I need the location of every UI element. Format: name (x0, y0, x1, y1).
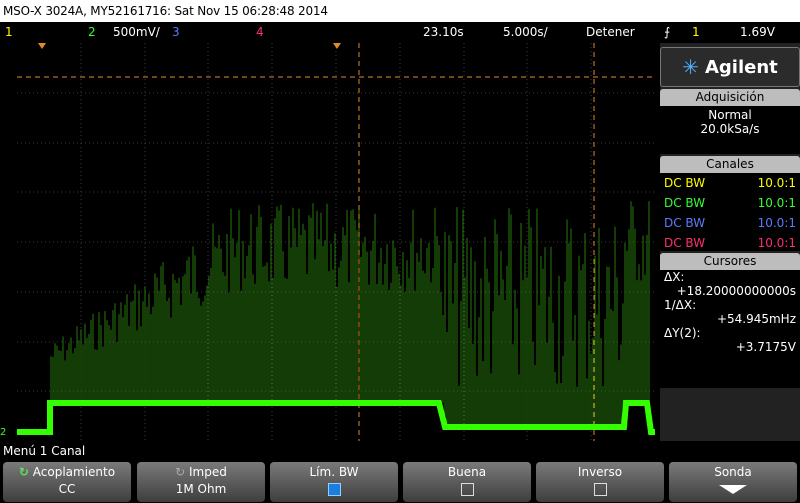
channel-row-3: DC BW 10.0:1 (660, 213, 800, 233)
trigger-level: 1.69V (740, 25, 775, 39)
softkey-impedance-label: Imped (189, 465, 227, 479)
cursors-body: ΔX: +18.20000000000s 1/ΔX: +54.945mHz ΔY… (660, 270, 800, 388)
cursor-inv-label: 1/ΔX: (664, 298, 697, 312)
channel-1-coupling: DC BW (664, 176, 706, 190)
submenu-arrow-icon (719, 485, 747, 494)
cursors-header[interactable]: Cursores (660, 253, 800, 270)
cursor-dx-value: +18.20000000000s (676, 284, 796, 298)
softkey-coupling-label: Acoplamiento (32, 465, 116, 479)
waveform-svg (17, 43, 655, 441)
channel-row-4: DC BW 10.0:1 (660, 233, 800, 253)
ch2-ground-marker[interactable]: 2 (0, 427, 17, 441)
softkey-probe-label: Sonda (714, 465, 752, 479)
trigger-channel: 1 (692, 25, 700, 39)
run-state: Detener (586, 25, 635, 39)
ch4-indicator[interactable]: 4 (256, 22, 264, 42)
softkey-impedance[interactable]: ↻ Imped 1M Ohm (137, 462, 265, 502)
time-scale: 5.000s/ (503, 25, 548, 39)
fine-checkbox[interactable] (460, 483, 474, 496)
softkey-fine-label: Buena (447, 465, 487, 479)
trigger-icon: ⨍ (664, 25, 671, 39)
rotate-knob-icon: ↻ (18, 465, 29, 479)
menu-title: Menú 1 Canal (0, 442, 800, 460)
cursor-dx-label: ΔX: (664, 270, 685, 284)
softkey-bw-limit[interactable]: Lím. BW (270, 462, 398, 502)
softkey-coupling[interactable]: ↻ Acoplamiento CC (3, 462, 131, 502)
acquisition-rate: 20.0kSa/s (700, 122, 760, 136)
title-bar: MSO-X 3024A, MY52161716: Sat Nov 15 06:2… (0, 0, 800, 22)
cursor-dy-label: ΔY(2): (664, 326, 701, 340)
side-panel: ✳ Agilent Adquisición Normal 20.0kSa/s C… (660, 43, 800, 441)
cursor-inv-value: +54.945mHz (716, 312, 796, 326)
channel-4-probe: 10.0:1 (757, 236, 796, 250)
softkey-invert-label: Inverso (577, 465, 623, 479)
softkey-invert[interactable]: Inverso (536, 462, 664, 502)
status-bar: 1 2 500mV/ 3 4 23.10s 5.000s/ Detener ⨍ … (0, 22, 800, 42)
bw-limit-checkbox[interactable] (327, 483, 341, 496)
channel-2-coupling: DC BW (664, 196, 706, 210)
acquisition-mode: Normal (708, 108, 752, 122)
softkey-probe[interactable]: Sonda (669, 462, 797, 502)
channel-row-2: DC BW 10.0:1 (660, 193, 800, 213)
softkey-bar: ↻ Acoplamiento CC ↻ Imped 1M Ohm Lím. BW… (0, 460, 800, 503)
channels-header[interactable]: Canales (660, 156, 800, 173)
acquisition-header[interactable]: Adquisición (660, 89, 800, 106)
channel-1-probe: 10.0:1 (757, 176, 796, 190)
time-offset: 23.10s (423, 25, 464, 39)
ch2-scale: 500mV/ (113, 25, 160, 39)
channel-2-probe: 10.0:1 (757, 196, 796, 210)
brand-name: Agilent (704, 56, 778, 78)
waveform-display (17, 43, 655, 441)
channel-row-1: DC BW 10.0:1 (660, 173, 800, 193)
invert-checkbox[interactable] (593, 483, 607, 496)
softkey-bw-limit-label: Lím. BW (309, 465, 359, 479)
ch3-indicator[interactable]: 3 (172, 22, 180, 42)
channel-4-coupling: DC BW (664, 236, 706, 250)
acquisition-body: Normal 20.0kSa/s (660, 106, 800, 154)
rotate-knob-icon: ↻ (175, 465, 186, 479)
channel-3-probe: 10.0:1 (757, 216, 796, 230)
agilent-spark-icon: ✳ (682, 55, 699, 79)
brand-logo: ✳ Agilent (660, 47, 800, 87)
softkey-fine[interactable]: Buena (403, 462, 531, 502)
softkey-impedance-value: 1M Ohm (175, 482, 227, 496)
ch1-indicator[interactable]: 1 (5, 22, 13, 42)
channel-3-coupling: DC BW (664, 216, 706, 230)
channels-body: DC BW 10.0:1 DC BW 10.0:1 DC BW 10.0:1 D… (660, 173, 800, 251)
ch2-indicator[interactable]: 2 (88, 22, 96, 42)
cursor-dy-value: +3.7175V (735, 340, 796, 354)
softkey-coupling-value: CC (58, 482, 76, 496)
